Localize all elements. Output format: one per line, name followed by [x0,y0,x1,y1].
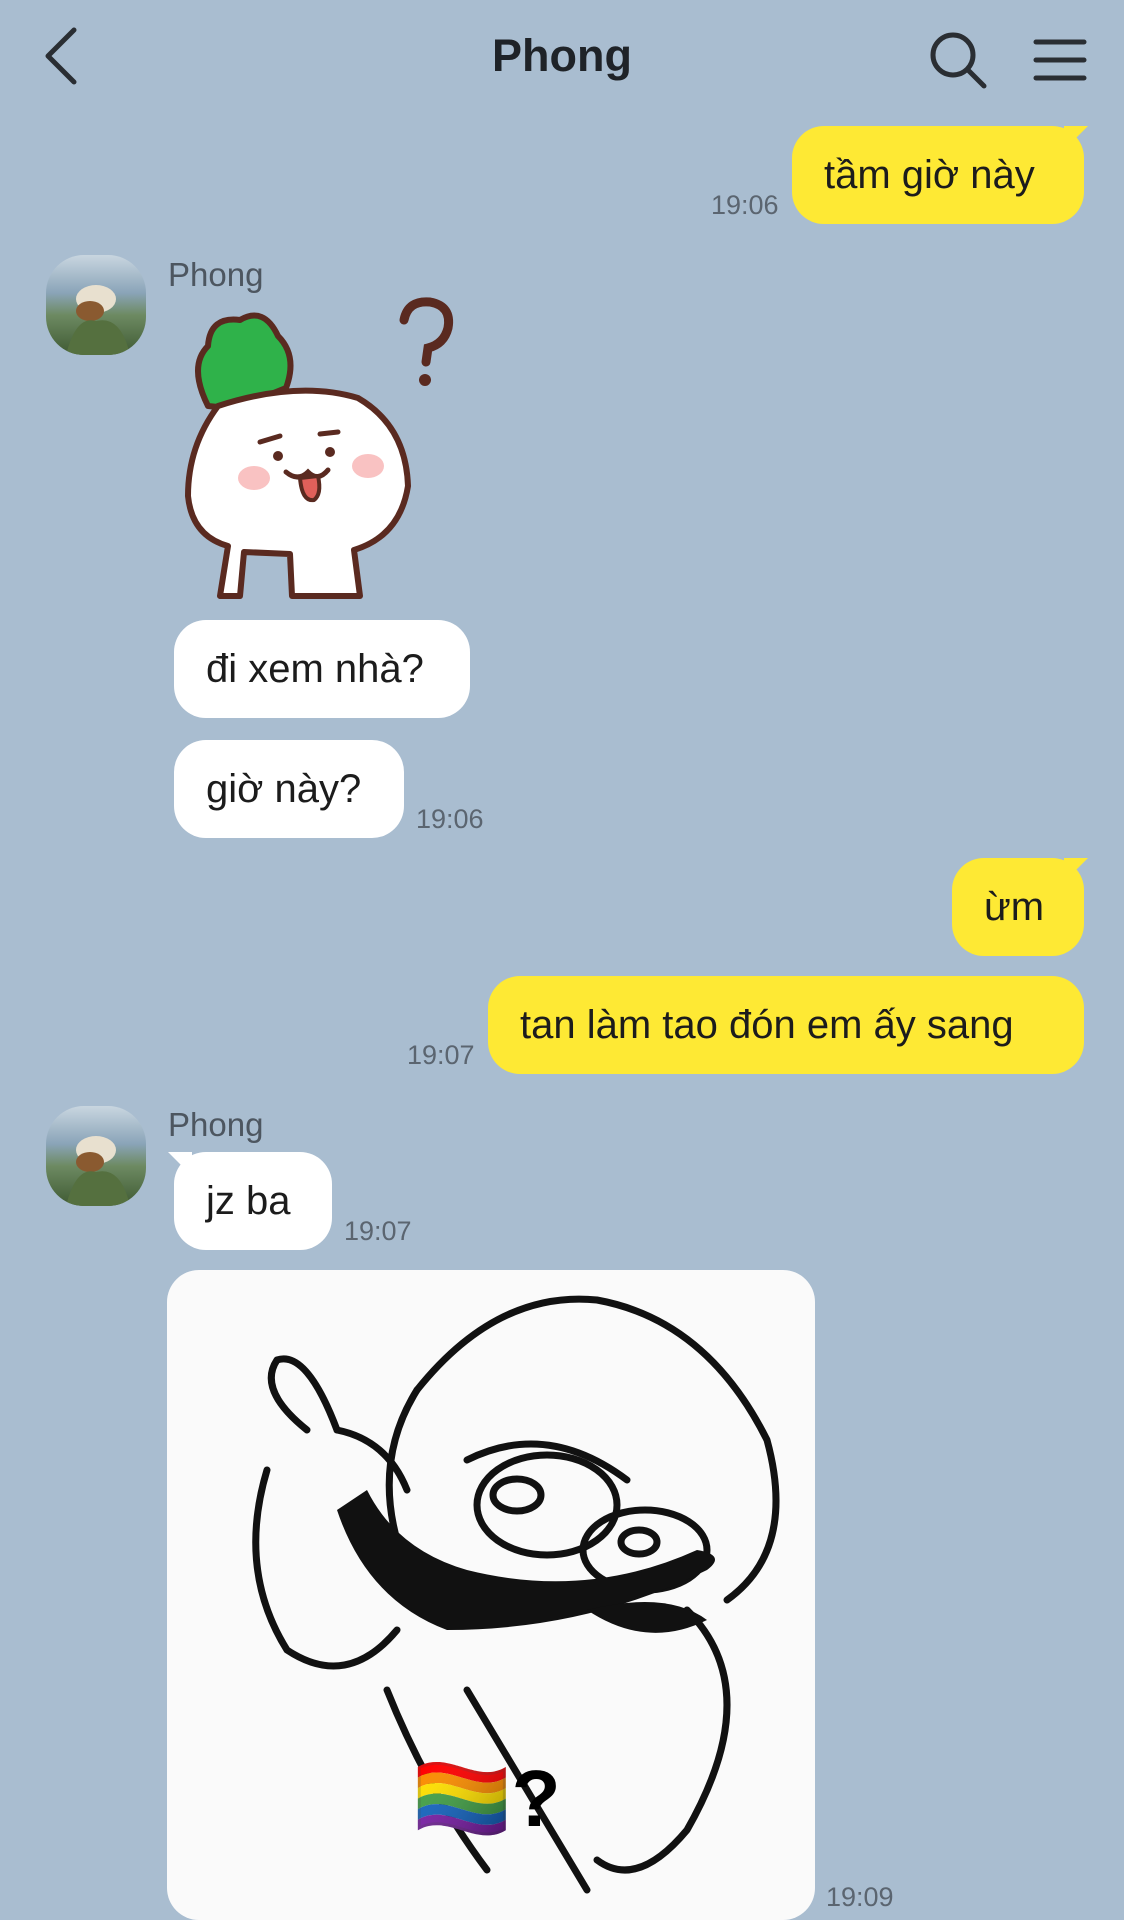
bubble-tail [168,1152,192,1176]
hamburger-menu-icon[interactable] [1032,36,1088,84]
sender-avatar[interactable] [46,255,146,355]
image-caption: 🏳️‍🌈? [412,1754,561,1843]
sender-name: Phong [168,1106,264,1143]
chat-header: Phong [0,0,1124,118]
message-time: 19:07 [407,1040,475,1070]
my-message-bubble[interactable]: tan làm tao đón em ấy sang [488,976,1084,1074]
their-message-bubble[interactable]: giờ này? [174,740,404,838]
avatar-photo [66,1136,130,1206]
message-time: 19:09 [826,1882,894,1912]
their-message-bubble[interactable]: đi xem nhà? [174,620,470,718]
sender-name: Phong [168,256,264,293]
their-message-bubble[interactable]: jz ba [174,1152,332,1250]
message-time: 19:06 [711,190,779,220]
sender-avatar[interactable] [46,1106,146,1206]
my-message-bubble[interactable]: tầm giờ này [792,126,1084,224]
message-time: 19:07 [344,1216,412,1246]
bubble-tail [1064,126,1088,150]
message-time: 19:06 [416,804,484,834]
radish-question-sticker[interactable] [168,296,480,606]
bubble-tail [1064,858,1088,882]
avatar-photo [66,285,130,355]
search-icon[interactable] [928,30,988,90]
